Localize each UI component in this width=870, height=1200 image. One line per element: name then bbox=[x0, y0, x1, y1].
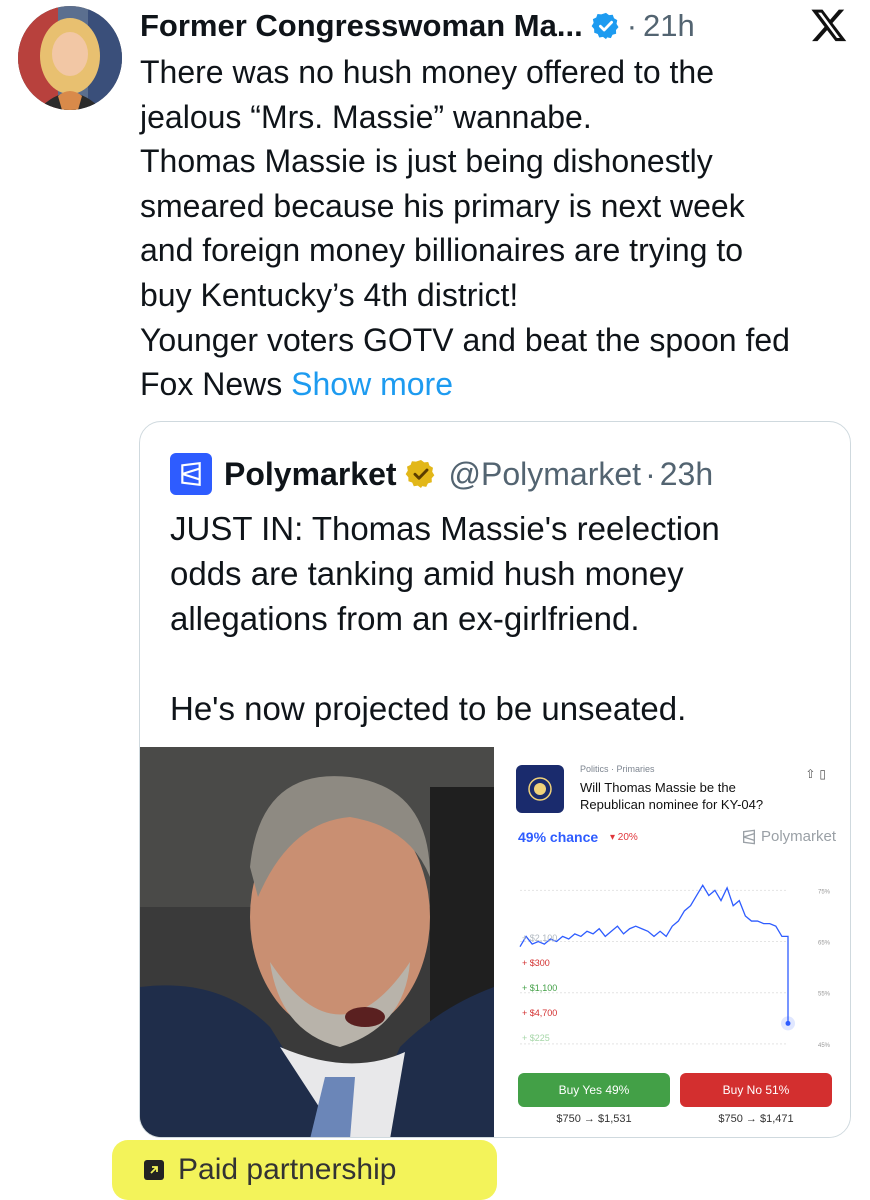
show-more-link[interactable]: Show more bbox=[291, 366, 453, 402]
post-text-last-line: Fox News Show more bbox=[140, 362, 860, 407]
quote-text: JUST IN: Thomas Massie's reelection odds… bbox=[170, 506, 840, 731]
polymarket-card[interactable]: Politics · Primaries Will Thomas Massie … bbox=[494, 747, 850, 1137]
post-time[interactable]: 21h bbox=[643, 8, 695, 44]
trade-ticker-label: + $225 bbox=[522, 1033, 550, 1043]
paid-partnership[interactable]: Paid partnership bbox=[112, 1140, 497, 1200]
paid-partnership-label: Paid partnership bbox=[178, 1153, 397, 1186]
paid-partnership-icon bbox=[144, 1160, 164, 1180]
post-text-line: smeared because his primary is next week bbox=[140, 187, 745, 224]
post-text-line: and foreign money billionaires are tryin… bbox=[140, 232, 743, 269]
post-text-line: Thomas Massie is just being dishonestly bbox=[140, 143, 713, 180]
quote-time[interactable]: 23h bbox=[660, 456, 713, 493]
polymarket-watermark-label: Polymarket bbox=[760, 828, 836, 845]
trade-ticker-label: + $4,700 bbox=[522, 1008, 557, 1018]
post-text-line: There was no hush money offered to the bbox=[140, 54, 714, 90]
post-text-line: Younger voters GOTV and beat the spoon f… bbox=[140, 321, 790, 358]
chart-y-tick-label: 65% bbox=[818, 941, 831, 947]
quote-text-line: JUST IN: Thomas Massie's reelection bbox=[170, 510, 720, 547]
avatar[interactable] bbox=[18, 6, 122, 110]
chart-y-tick-label: 75% bbox=[818, 889, 831, 895]
quote-text-line: He's now projected to be unseated. bbox=[170, 690, 687, 727]
massie-photo[interactable] bbox=[140, 747, 494, 1137]
quote-handle[interactable]: @Polymarket bbox=[449, 456, 642, 493]
polymarket-watermark: Polymarket bbox=[741, 828, 836, 845]
chart-y-tick-label: 55% bbox=[818, 992, 831, 998]
payout-no: $750 → $1,471 bbox=[718, 1113, 794, 1125]
buy-no-button[interactable]: Buy No 51% bbox=[680, 1073, 832, 1107]
market-question[interactable]: Will Thomas Massie be the Republican nom… bbox=[580, 779, 800, 813]
trade-ticker-label: + $300 bbox=[522, 958, 550, 968]
share-icon[interactable]: ⇧ bbox=[805, 767, 819, 781]
trade-ticker-label: + $1,100 bbox=[522, 983, 557, 993]
quote-text-line: allegations from an ex-girlfriend. bbox=[170, 600, 640, 637]
card-actions: ⇧▯ bbox=[805, 767, 830, 781]
market-delta: ▾ 20% bbox=[610, 832, 638, 843]
bookmark-icon[interactable]: ▯ bbox=[819, 767, 830, 781]
buy-yes-button[interactable]: Buy Yes 49% bbox=[518, 1073, 670, 1107]
quote-author-name[interactable]: Polymarket bbox=[224, 456, 397, 493]
chart-series-line bbox=[519, 883, 789, 1024]
market-category: Politics · Primaries bbox=[580, 764, 655, 774]
market-chance: 49% chance bbox=[518, 829, 599, 845]
polymarket-logo-icon[interactable] bbox=[170, 453, 212, 495]
quoted-post[interactable]: Polymarket @Polymarket · 23h JUST IN: Th… bbox=[139, 421, 851, 1138]
polymarket-watermark-icon bbox=[742, 829, 755, 844]
x-logo-icon[interactable] bbox=[810, 6, 848, 44]
avatar-image bbox=[18, 6, 122, 110]
verified-icon bbox=[591, 12, 619, 40]
quote-text-gap bbox=[170, 641, 840, 686]
quote-header: Polymarket @Polymarket · 23h bbox=[170, 453, 713, 495]
post-text: There was no hush money offered to the j… bbox=[140, 50, 860, 407]
kentucky-flag-icon bbox=[516, 765, 564, 813]
chart-y-tick-label: 45% bbox=[818, 1043, 831, 1049]
gold-verified-icon bbox=[405, 460, 434, 488]
post-separator: · bbox=[626, 8, 638, 43]
author-name[interactable]: Former Congresswoman Ma... bbox=[140, 8, 583, 44]
quote-separator: · bbox=[645, 455, 656, 492]
trade-ticker-label: + $2,100 bbox=[522, 933, 557, 943]
post-text-fox: Fox News bbox=[140, 366, 283, 403]
payout-yes: $750 → $1,531 bbox=[556, 1113, 632, 1125]
post-text-line: jealous “Mrs. Massie” wannabe. bbox=[140, 98, 592, 135]
odds-line-chart[interactable]: 75% 65% 55% 45% + $2,100 + $300 + $1,100 + $4,7… bbox=[516, 867, 836, 1057]
quote-text-line: odds are tanking amid hush money bbox=[170, 555, 684, 592]
post-text-line: buy Kentucky’s 4th district! bbox=[140, 276, 519, 313]
chart-endpoint bbox=[785, 1020, 791, 1026]
post-header: Former Congresswoman Ma... · 21h bbox=[140, 4, 850, 48]
quote-media[interactable]: Politics · Primaries Will Thomas Massie … bbox=[140, 747, 850, 1137]
